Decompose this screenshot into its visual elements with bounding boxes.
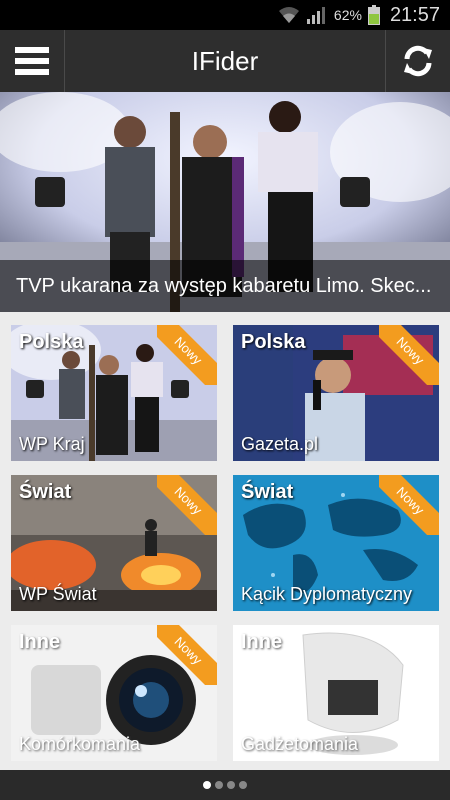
tile-source: Komórkomania [19,734,141,754]
hamburger-menu-icon [15,47,49,75]
page-indicator [0,770,450,800]
battery-percent: 62% [333,7,362,23]
battery-icon [367,5,380,25]
menu-button[interactable] [0,30,65,92]
new-badge: Nowy [379,475,439,535]
new-badge: Nowy [157,475,217,535]
status-icons: 62% 21:57 [278,0,440,30]
tile-komorkomania[interactable]: Nowy Inne Komórkomania [11,625,217,761]
new-badge: Nowy [379,325,439,385]
hero-caption: TVP ukarana za występ kabaretu Limo. Ske… [0,260,450,312]
tile-source: WP Świat [19,584,97,604]
action-bar: IFider [0,30,450,92]
signal-icon [306,7,325,24]
app-title: IFider [191,45,259,76]
tile-wp-kraj[interactable]: Nowy Polska WP Kraj [11,325,217,461]
tile-category: Polska [19,331,84,353]
page-dot-2[interactable] [215,781,223,789]
refresh-icon [404,45,432,77]
page-dot-3[interactable] [227,781,235,789]
page-dot-1[interactable] [203,781,211,789]
wifi-icon [278,7,299,23]
tile-source: WP Kraj [19,434,85,454]
tile-gazeta-pl[interactable]: Nowy Polska Gazeta.pl [233,325,439,461]
tile-kacik-dyplomatyczny[interactable]: Nowy Świat Kącik Dyplomatyczny [233,475,439,611]
status-bar: 62% 21:57 [0,0,450,30]
tile-gadzetomania[interactable]: Inne Gadżetomania [233,625,439,761]
tile-category: Inne [241,631,283,653]
hero-article[interactable]: TVP ukarana za występ kabaretu Limo. Ske… [0,92,450,312]
new-badge: Nowy [157,325,217,385]
tile-source: Gazeta.pl [241,434,319,454]
tile-wp-swiat[interactable]: Nowy Świat WP Świat [11,475,217,611]
tile-category: Świat [19,481,72,503]
clock: 21:57 [389,3,440,26]
tile-category: Świat [241,481,294,503]
page-dot-4[interactable] [239,781,247,789]
new-badge: Nowy [157,625,217,685]
tile-category: Inne [19,631,61,653]
tile-category: Polska [241,331,306,353]
tile-source: Kącik Dyplomatyczny [241,584,413,604]
refresh-button[interactable] [385,30,450,92]
tile-source: Gadżetomania [241,734,359,754]
